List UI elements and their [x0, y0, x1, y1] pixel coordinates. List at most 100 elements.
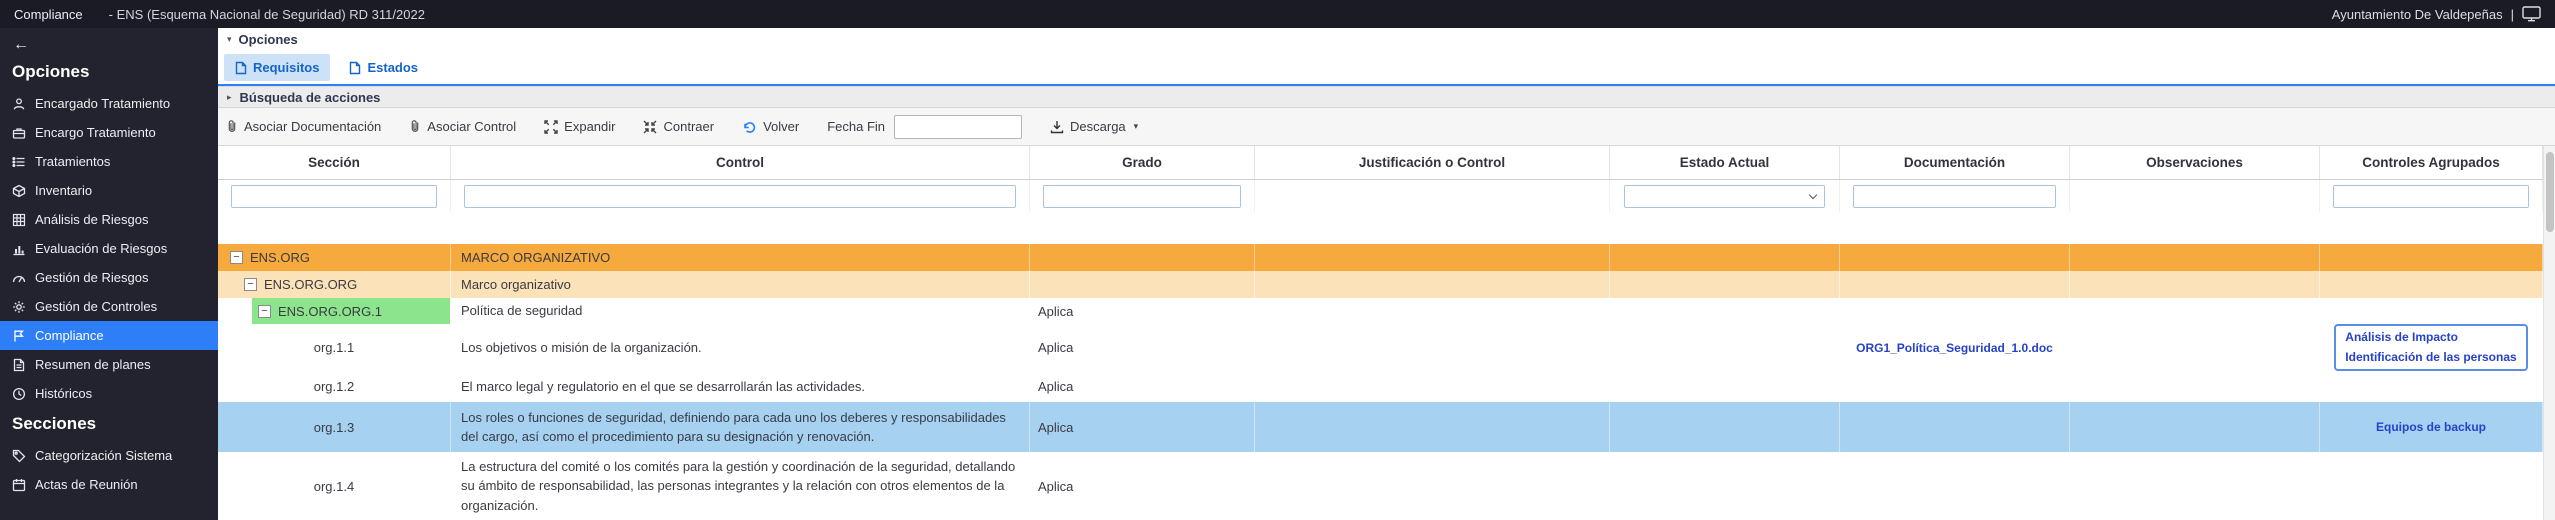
sidebar-item-resumen-de-planes[interactable]: Resumen de planes — [0, 350, 218, 379]
seccion-filter-input[interactable] — [231, 185, 437, 208]
cell-controles-agrupados — [2320, 271, 2543, 298]
table-row-org-1-4[interactable]: org.1.4 La estructura del comité o los c… — [218, 452, 2543, 520]
fecha-fin-input[interactable] — [894, 115, 1022, 139]
collapse-row-toggle[interactable]: − — [244, 278, 257, 291]
table-row-org-1-3[interactable]: org.1.3 Los roles o funciones de segurid… — [218, 402, 2543, 452]
table-row-org-1-2[interactable]: org.1.2 El marco legal y regulatorio en … — [218, 371, 2543, 402]
back-arrow-icon[interactable]: ← — [13, 36, 29, 53]
cell-observaciones — [2070, 324, 2320, 371]
cell-justificacion — [1255, 371, 1610, 402]
collapse-row-toggle[interactable]: − — [258, 305, 271, 318]
toolbar: Asociar Documentación Asociar Control Ex… — [218, 108, 2555, 146]
sidebar-item-evaluacion-de-riesgos[interactable]: Evaluación de Riesgos — [0, 234, 218, 263]
cell-estado-actual — [1610, 371, 1840, 402]
cell-observaciones — [2070, 271, 2320, 298]
controles-agrupados-filter-input[interactable] — [2333, 185, 2529, 208]
search-actions-collapsible-header[interactable]: ▸ Búsqueda de acciones — [218, 86, 2555, 108]
descarga-button[interactable]: Descarga ▾ — [1050, 119, 1138, 134]
column-header-seccion[interactable]: Sección — [218, 146, 451, 179]
asociar-documentacion-button[interactable]: Asociar Documentación — [226, 119, 381, 134]
cell-justificacion — [1255, 244, 1610, 271]
column-header-control[interactable]: Control — [451, 146, 1030, 179]
cell-seccion: org.1.2 — [218, 371, 451, 402]
requirements-table: Sección Control Grado Justificación o Co… — [218, 146, 2543, 520]
cell-seccion: org.1.3 — [218, 402, 451, 452]
sidebar-item-encargo-tratamiento[interactable]: Encargo Tratamiento — [0, 118, 218, 147]
control-filter-input[interactable] — [464, 185, 1016, 208]
cell-control: MARCO ORGANIZATIVO — [451, 244, 1030, 271]
cell-grado — [1030, 244, 1255, 271]
app-title: Compliance — [14, 7, 83, 22]
sidebar-item-tratamientos[interactable]: Tratamientos — [0, 147, 218, 176]
cell-controles-agrupados — [2320, 371, 2543, 402]
sidebar-item-historicos[interactable]: Históricos — [0, 379, 218, 408]
monitor-icon[interactable] — [2522, 6, 2541, 22]
tab-estados[interactable]: Estados — [338, 54, 429, 81]
cell-observaciones — [2070, 298, 2320, 324]
expandir-button[interactable]: Expandir — [544, 119, 615, 134]
sidebar-item-gestion-de-controles[interactable]: Gestión de Controles — [0, 292, 218, 321]
paperclip-icon — [226, 119, 238, 134]
cell-seccion: − ENS.ORG.ORG.1 — [218, 298, 451, 324]
column-header-grado[interactable]: Grado — [1030, 146, 1255, 179]
collapse-triangle-icon: ▾ — [227, 34, 232, 45]
empty-spacer-row — [218, 212, 2543, 244]
estado-actual-filter-select[interactable] — [1624, 185, 1825, 208]
table-row-ens-org-org-1[interactable]: − ENS.ORG.ORG.1 Política de seguridad Ap… — [218, 298, 2543, 324]
list-icon — [11, 155, 26, 169]
grouped-controls-box: Análisis de Impacto Identificación de la… — [2334, 324, 2527, 371]
column-header-justificacion[interactable]: Justificación o Control — [1255, 146, 1610, 179]
sidebar-item-actas-de-reunion[interactable]: Actas de Reunión — [0, 470, 218, 499]
column-header-observaciones[interactable]: Observaciones — [2070, 146, 2320, 179]
asociar-control-button[interactable]: Asociar Control — [409, 119, 516, 134]
cell-observaciones — [2070, 402, 2320, 452]
sidebar: ← Opciones Encargado Tratamiento Encargo… — [0, 28, 218, 520]
cell-documentacion — [1840, 452, 2070, 520]
table-header-row: Sección Control Grado Justificación o Co… — [218, 146, 2543, 180]
grouped-control-link[interactable]: Equipos de backup — [2376, 420, 2486, 434]
sidebar-item-inventario[interactable]: Inventario — [0, 176, 218, 205]
table-row-ens-org-org[interactable]: − ENS.ORG.ORG Marco organizativo — [218, 271, 2543, 298]
cell-estado-actual — [1610, 402, 1840, 452]
cell-grado: Aplica — [1030, 452, 1255, 520]
cell-estado-actual — [1610, 244, 1840, 271]
expand-triangle-icon: ▸ — [227, 92, 232, 103]
options-collapsible-header[interactable]: ▾ Opciones — [218, 28, 2555, 51]
collapse-icon-button[interactable]: Contraer — [643, 119, 714, 134]
cell-justificacion — [1255, 298, 1610, 324]
person-icon — [11, 97, 26, 111]
main-panel: ▾ Opciones Requisitos Estados ▸ Búsqueda… — [218, 28, 2555, 520]
sidebar-item-analisis-de-riesgos[interactable]: Análisis de Riesgos — [0, 205, 218, 234]
cell-seccion: − ENS.ORG — [218, 244, 451, 271]
cell-control: Los objetivos o misión de la organizació… — [451, 324, 1030, 371]
scrollbar-thumb[interactable] — [2546, 152, 2554, 232]
cell-justificacion — [1255, 324, 1610, 371]
tab-requisitos[interactable]: Requisitos — [224, 54, 330, 81]
bar-chart-icon — [11, 242, 26, 256]
documentacion-filter-input[interactable] — [1853, 185, 2056, 208]
collapse-row-toggle[interactable]: − — [230, 251, 243, 264]
topbar: Compliance - ENS (Esquema Nacional de Se… — [0, 0, 2555, 28]
cell-documentacion — [1840, 271, 2070, 298]
grouped-control-link[interactable]: Análisis de Impacto — [2345, 329, 2458, 346]
column-header-estado-actual[interactable]: Estado Actual — [1610, 146, 1840, 179]
table-row-org-1-1[interactable]: org.1.1 Los objetivos o misión de la org… — [218, 324, 2543, 371]
cell-grado — [1030, 271, 1255, 298]
sidebar-item-encargado-tratamiento[interactable]: Encargado Tratamiento — [0, 89, 218, 118]
sidebar-item-gestion-de-riesgos[interactable]: Gestión de Riesgos — [0, 263, 218, 292]
table-row-ens-org[interactable]: − ENS.ORG MARCO ORGANIZATIVO — [218, 244, 2543, 271]
column-header-controles-agrupados[interactable]: Controles Agrupados — [2320, 146, 2543, 179]
column-header-documentacion[interactable]: Documentación — [1840, 146, 2070, 179]
document-link[interactable]: ORG1_Política_Seguridad_1.0.doc — [1856, 341, 2053, 355]
volver-button[interactable]: Volver — [742, 119, 799, 134]
vertical-scrollbar[interactable] — [2543, 146, 2555, 520]
document-tab-icon — [235, 61, 247, 75]
caret-down-icon: ▾ — [1134, 121, 1139, 132]
grouped-control-link[interactable]: Identificación de las personas — [2345, 349, 2516, 366]
sidebar-item-compliance[interactable]: Compliance — [0, 321, 218, 350]
filter-row — [218, 180, 2543, 212]
cell-estado-actual — [1610, 324, 1840, 371]
cell-seccion: org.1.1 — [218, 324, 451, 371]
grado-filter-input[interactable] — [1043, 185, 1241, 208]
sidebar-item-categorizacion-sistema[interactable]: Categorización Sistema — [0, 441, 218, 470]
